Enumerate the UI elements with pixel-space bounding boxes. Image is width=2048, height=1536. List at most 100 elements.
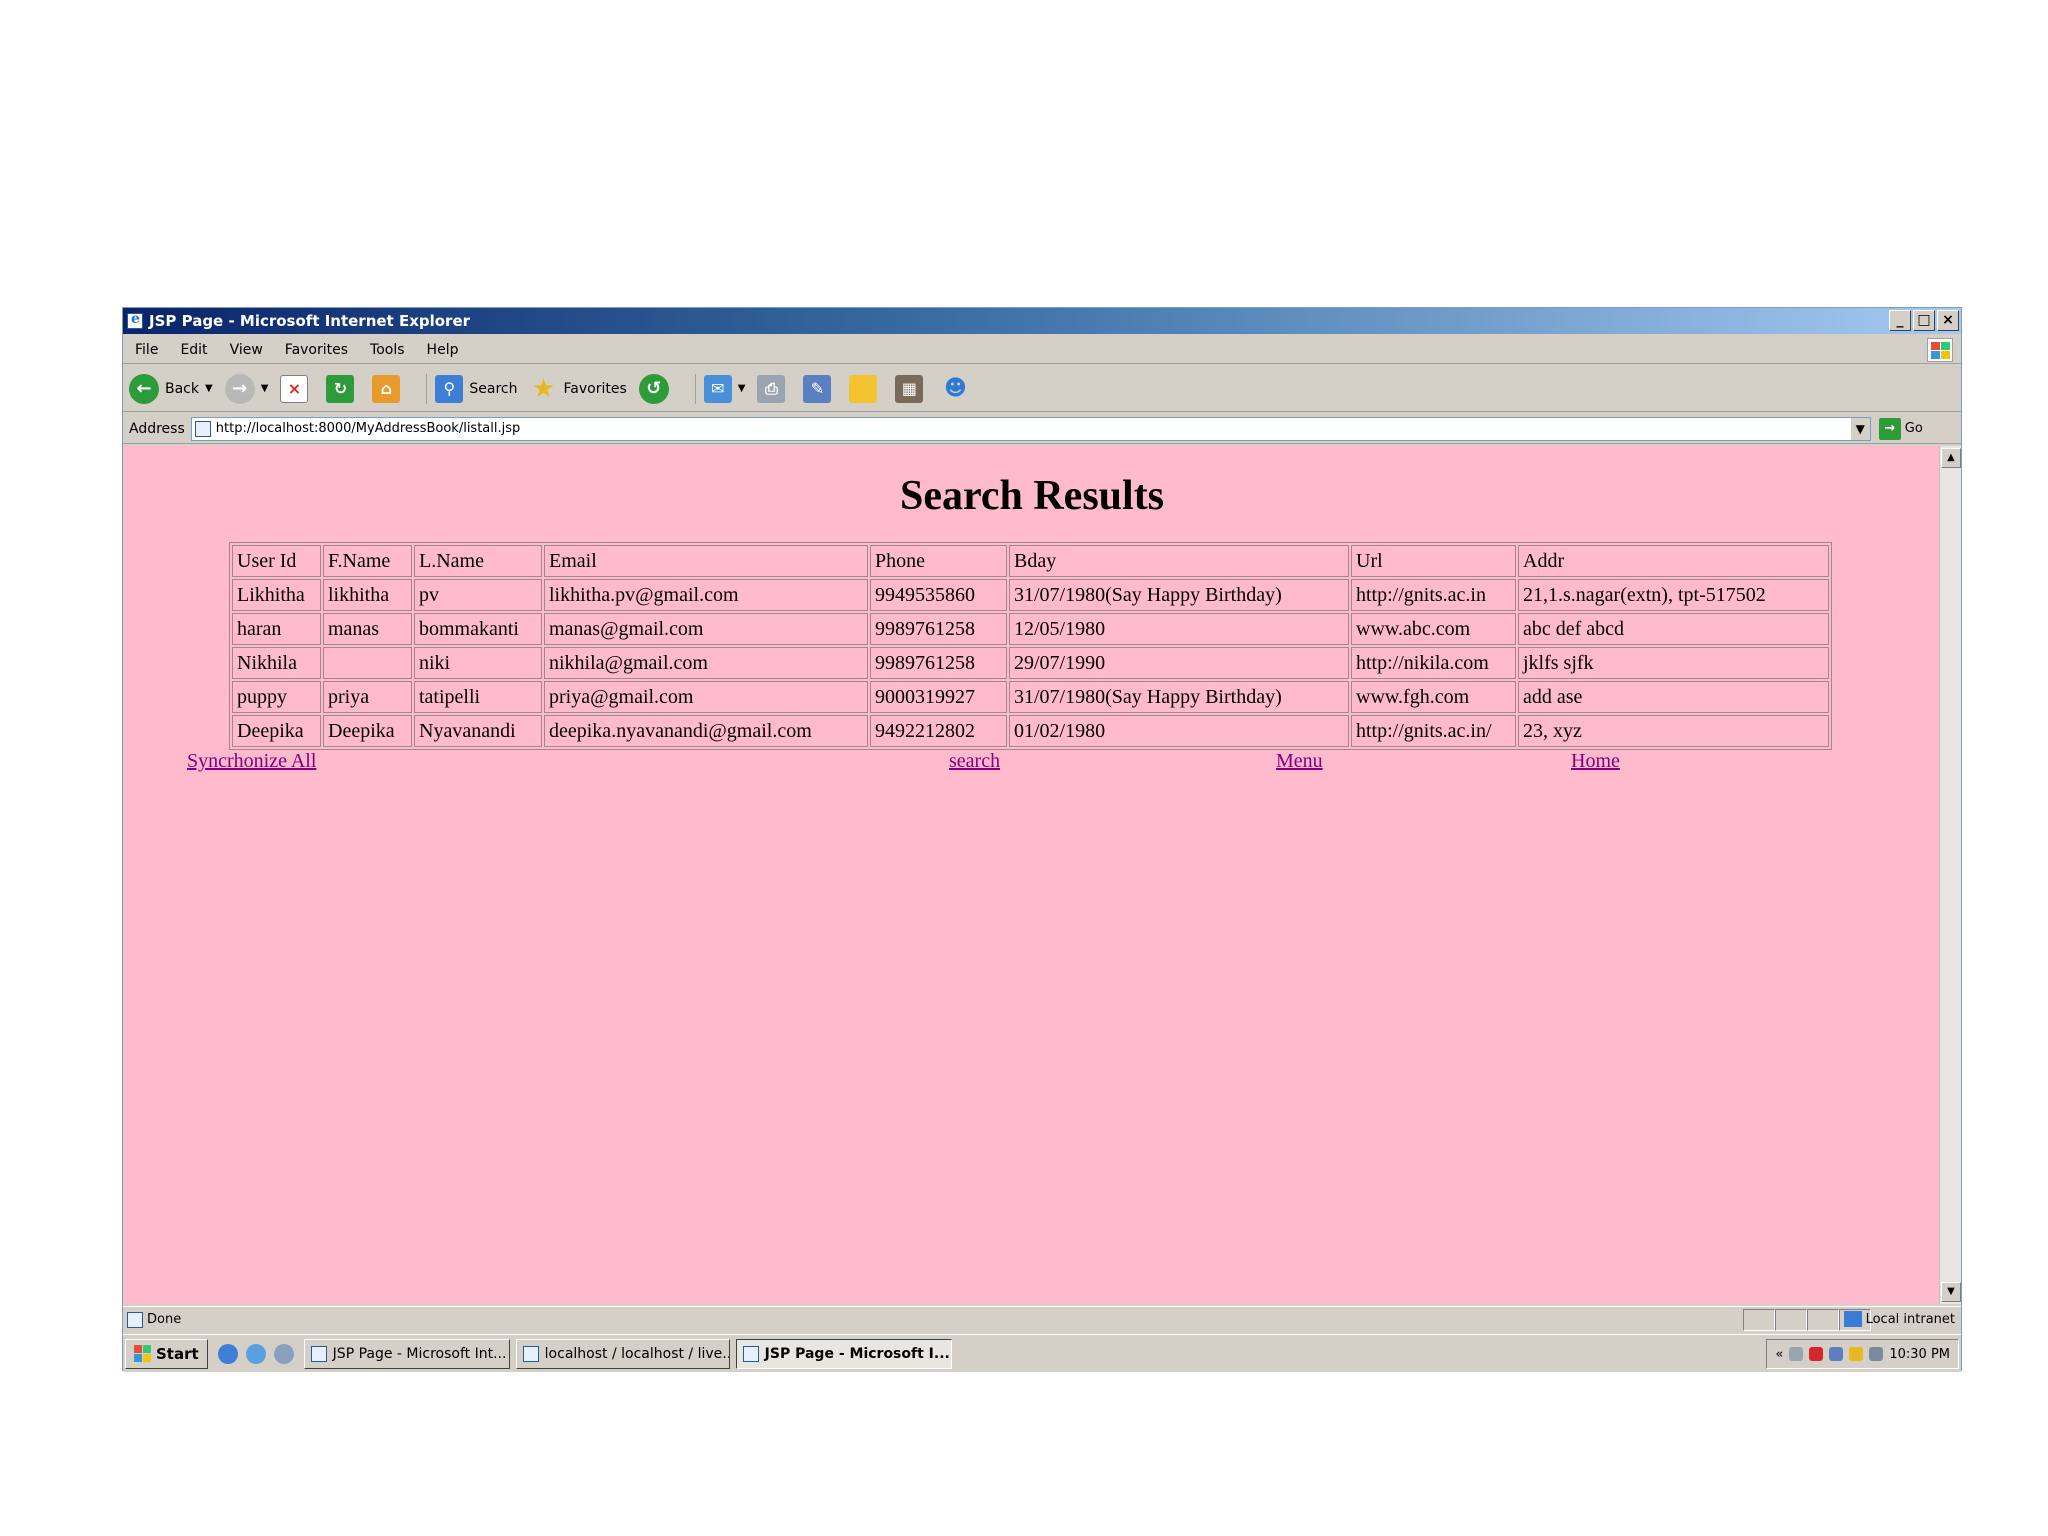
column-header: F.Name	[323, 545, 412, 577]
cell-url: http://gnits.ac.in	[1351, 579, 1516, 611]
tool-launch-icon[interactable]	[273, 1343, 294, 1364]
taskbar-task[interactable]: JSP Page - Microsoft Int...	[303, 1338, 510, 1369]
cell-email: likhitha.pv@gmail.com	[544, 579, 868, 611]
cell-bday: 29/07/1990	[1009, 647, 1349, 679]
back-button[interactable]: ← Back ▼	[129, 373, 213, 404]
favorites-button[interactable]: ★ Favorites	[530, 373, 627, 404]
forward-arrow-icon: →	[224, 373, 255, 404]
messenger-button[interactable]: ☻	[941, 375, 975, 403]
history-button[interactable]: ↺	[638, 373, 675, 404]
menu-favorites[interactable]: Favorites	[273, 342, 358, 358]
refresh-button[interactable]: ↻	[326, 374, 360, 403]
star-icon: ★	[531, 373, 556, 404]
scroll-down-icon[interactable]: ▼	[1941, 1282, 1961, 1302]
page-title: Search Results	[899, 473, 1165, 519]
cell-user-id: puppy	[232, 681, 321, 713]
address-dropdown-icon[interactable]: ▼	[1849, 417, 1870, 440]
toolbar-separator	[694, 373, 696, 404]
cell-url: www.abc.com	[1351, 613, 1516, 645]
close-button[interactable]: ×	[1937, 310, 1959, 331]
back-arrow-icon: ←	[129, 373, 159, 404]
home-button[interactable]: ⌂	[372, 374, 406, 403]
start-button[interactable]: Start	[125, 1338, 208, 1369]
column-header: L.Name	[414, 545, 542, 577]
printer-icon: ⎙	[757, 374, 786, 403]
search-link[interactable]: search	[949, 750, 1000, 773]
edit-button[interactable]: ✎	[803, 374, 837, 403]
security-zone: Local intranet	[1843, 1311, 1955, 1327]
table-row: Nikhila niki nikhila@gmail.com 998976125…	[232, 647, 1829, 679]
menu-link[interactable]: Menu	[1276, 750, 1323, 773]
results-table: User Id F.Name L.Name Email Phone Bday U…	[229, 542, 1832, 750]
page-icon	[194, 420, 211, 437]
go-button[interactable]: → Go	[1878, 417, 1923, 440]
synchronize-all-link[interactable]: Syncrhonize All	[187, 750, 316, 773]
cell-phone: 9492212802	[870, 715, 1007, 747]
search-button[interactable]: ⚲ Search	[435, 374, 518, 403]
windows-logo-icon	[1927, 338, 1953, 362]
monitor-icon[interactable]	[1829, 1347, 1844, 1361]
home-link[interactable]: Home	[1571, 750, 1620, 773]
go-arrow-icon: →	[1878, 417, 1901, 440]
display-icon[interactable]	[1869, 1347, 1884, 1361]
research-button[interactable]: ▦	[895, 374, 929, 403]
mail-button[interactable]: ✉ ▼	[703, 374, 746, 403]
zone-label: Local intranet	[1865, 1311, 1955, 1327]
address-url[interactable]: http://localhost:8000/MyAddressBook/list…	[216, 421, 521, 436]
title-bar[interactable]: JSP Page - Microsoft Internet Explorer _…	[123, 308, 1961, 334]
vertical-scrollbar[interactable]: ▲ ▼	[1939, 446, 1961, 1304]
back-label: Back	[165, 380, 199, 397]
scroll-up-icon[interactable]: ▲	[1941, 448, 1961, 468]
antivirus-icon[interactable]	[1809, 1347, 1824, 1361]
address-input[interactable]: http://localhost:8000/MyAddressBook/list…	[190, 416, 1871, 441]
security-shield-icon[interactable]	[1849, 1347, 1864, 1361]
status-pane	[1775, 1309, 1807, 1331]
toolbar-separator	[426, 373, 428, 404]
address-bar: Address http://localhost:8000/MyAddressB…	[123, 414, 1961, 444]
cell-addr: 23, xyz	[1518, 715, 1829, 747]
taskbar-task-active[interactable]: JSP Page - Microsoft I...	[735, 1338, 952, 1369]
edit-page-icon: ✎	[803, 374, 832, 403]
clock[interactable]: 10:30 PM	[1889, 1347, 1950, 1362]
table-row: haran manas bommakanti manas@gmail.com 9…	[232, 613, 1829, 645]
maximize-button[interactable]: □	[1913, 310, 1935, 331]
search-label: Search	[469, 380, 518, 397]
menu-bar: File Edit View Favorites Tools Help	[123, 336, 1961, 364]
chevron-down-icon[interactable]: ▼	[261, 383, 269, 394]
menu-view[interactable]: View	[218, 342, 273, 358]
forward-button[interactable]: → ▼	[224, 373, 269, 404]
chevron-down-icon[interactable]: ▼	[738, 383, 746, 394]
table-row: puppy priya tatipelli priya@gmail.com 90…	[232, 681, 1829, 713]
ie-launch-icon[interactable]	[217, 1343, 238, 1364]
browser-launch-icon[interactable]	[245, 1343, 266, 1364]
column-header: Bday	[1009, 545, 1349, 577]
discuss-button[interactable]	[849, 374, 883, 403]
quick-launch	[217, 1343, 294, 1364]
column-header: Email	[544, 545, 868, 577]
menu-tools[interactable]: Tools	[358, 342, 415, 358]
network-icon[interactable]	[1789, 1347, 1804, 1361]
menu-edit[interactable]: Edit	[168, 342, 217, 358]
cell-last-name: tatipelli	[414, 681, 542, 713]
cell-bday: 01/02/1980	[1009, 715, 1349, 747]
task-label: localhost / localhost / live...	[544, 1345, 730, 1362]
table-row: Deepika Deepika Nyavanandi deepika.nyava…	[232, 715, 1829, 747]
tray-expand-button[interactable]: «	[1775, 1347, 1783, 1362]
stop-button[interactable]: ×	[280, 374, 314, 403]
cell-bday: 31/07/1980(Say Happy Birthday)	[1009, 681, 1349, 713]
cell-phone: 9000319927	[870, 681, 1007, 713]
chevron-down-icon[interactable]: ▼	[205, 383, 213, 394]
window-title: JSP Page - Microsoft Internet Explorer	[149, 312, 471, 330]
go-label: Go	[1904, 421, 1923, 436]
minimize-button[interactable]: _	[1889, 310, 1911, 331]
menu-file[interactable]: File	[123, 342, 168, 358]
history-icon: ↺	[638, 373, 669, 404]
column-header: Addr	[1518, 545, 1829, 577]
taskbar-task[interactable]: localhost / localhost / live...	[515, 1338, 730, 1369]
cell-addr: add ase	[1518, 681, 1829, 713]
menu-help[interactable]: Help	[415, 342, 469, 358]
home-icon: ⌂	[372, 374, 401, 403]
windows-flag-icon	[134, 1344, 152, 1363]
cell-first-name: Deepika	[323, 715, 412, 747]
print-button[interactable]: ⎙	[757, 374, 791, 403]
